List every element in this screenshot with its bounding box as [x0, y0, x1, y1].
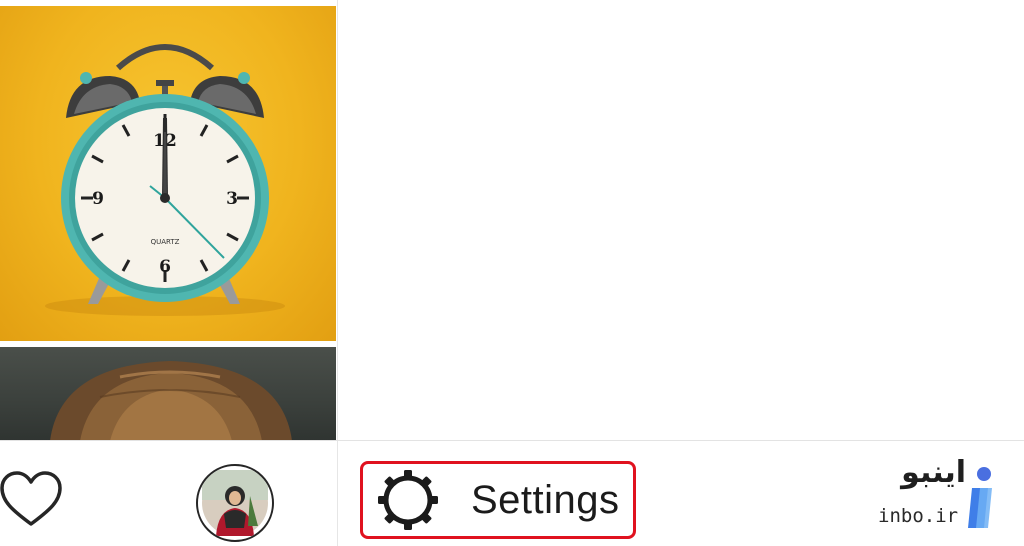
bottom-bar-divider [0, 440, 1024, 441]
post-feed[interactable]: 12 3 6 9 QUARTZ [0, 0, 338, 441]
clock-brand-label: QUARTZ [151, 238, 180, 246]
clock-numeral-6: 6 [159, 257, 171, 277]
alarm-clock-illustration: 12 3 6 9 QUARTZ [45, 44, 285, 316]
gear-icon [378, 470, 438, 530]
app-screen: 12 3 6 9 QUARTZ [0, 0, 1024, 546]
watermark-logo: اینبو inbo.ir [868, 455, 1008, 531]
profile-avatar[interactable] [196, 464, 274, 542]
column-divider [337, 0, 338, 546]
inbo-logo-icon [968, 467, 992, 528]
settings-menu-item[interactable]: Settings [360, 461, 636, 539]
post-image-alarm-clock[interactable]: 12 3 6 9 QUARTZ [0, 6, 336, 341]
clock-numeral-9: 9 [92, 189, 104, 209]
portrait-photo [50, 361, 292, 441]
heart-icon[interactable] [0, 470, 62, 530]
avatar-photo [202, 470, 268, 536]
clock-numeral-3: 3 [226, 189, 238, 209]
settings-label: Settings [471, 477, 620, 522]
post-image-portrait[interactable] [0, 347, 336, 441]
watermark-site: inbo.ir [878, 505, 959, 527]
watermark-name-fa: اینبو [901, 455, 966, 490]
